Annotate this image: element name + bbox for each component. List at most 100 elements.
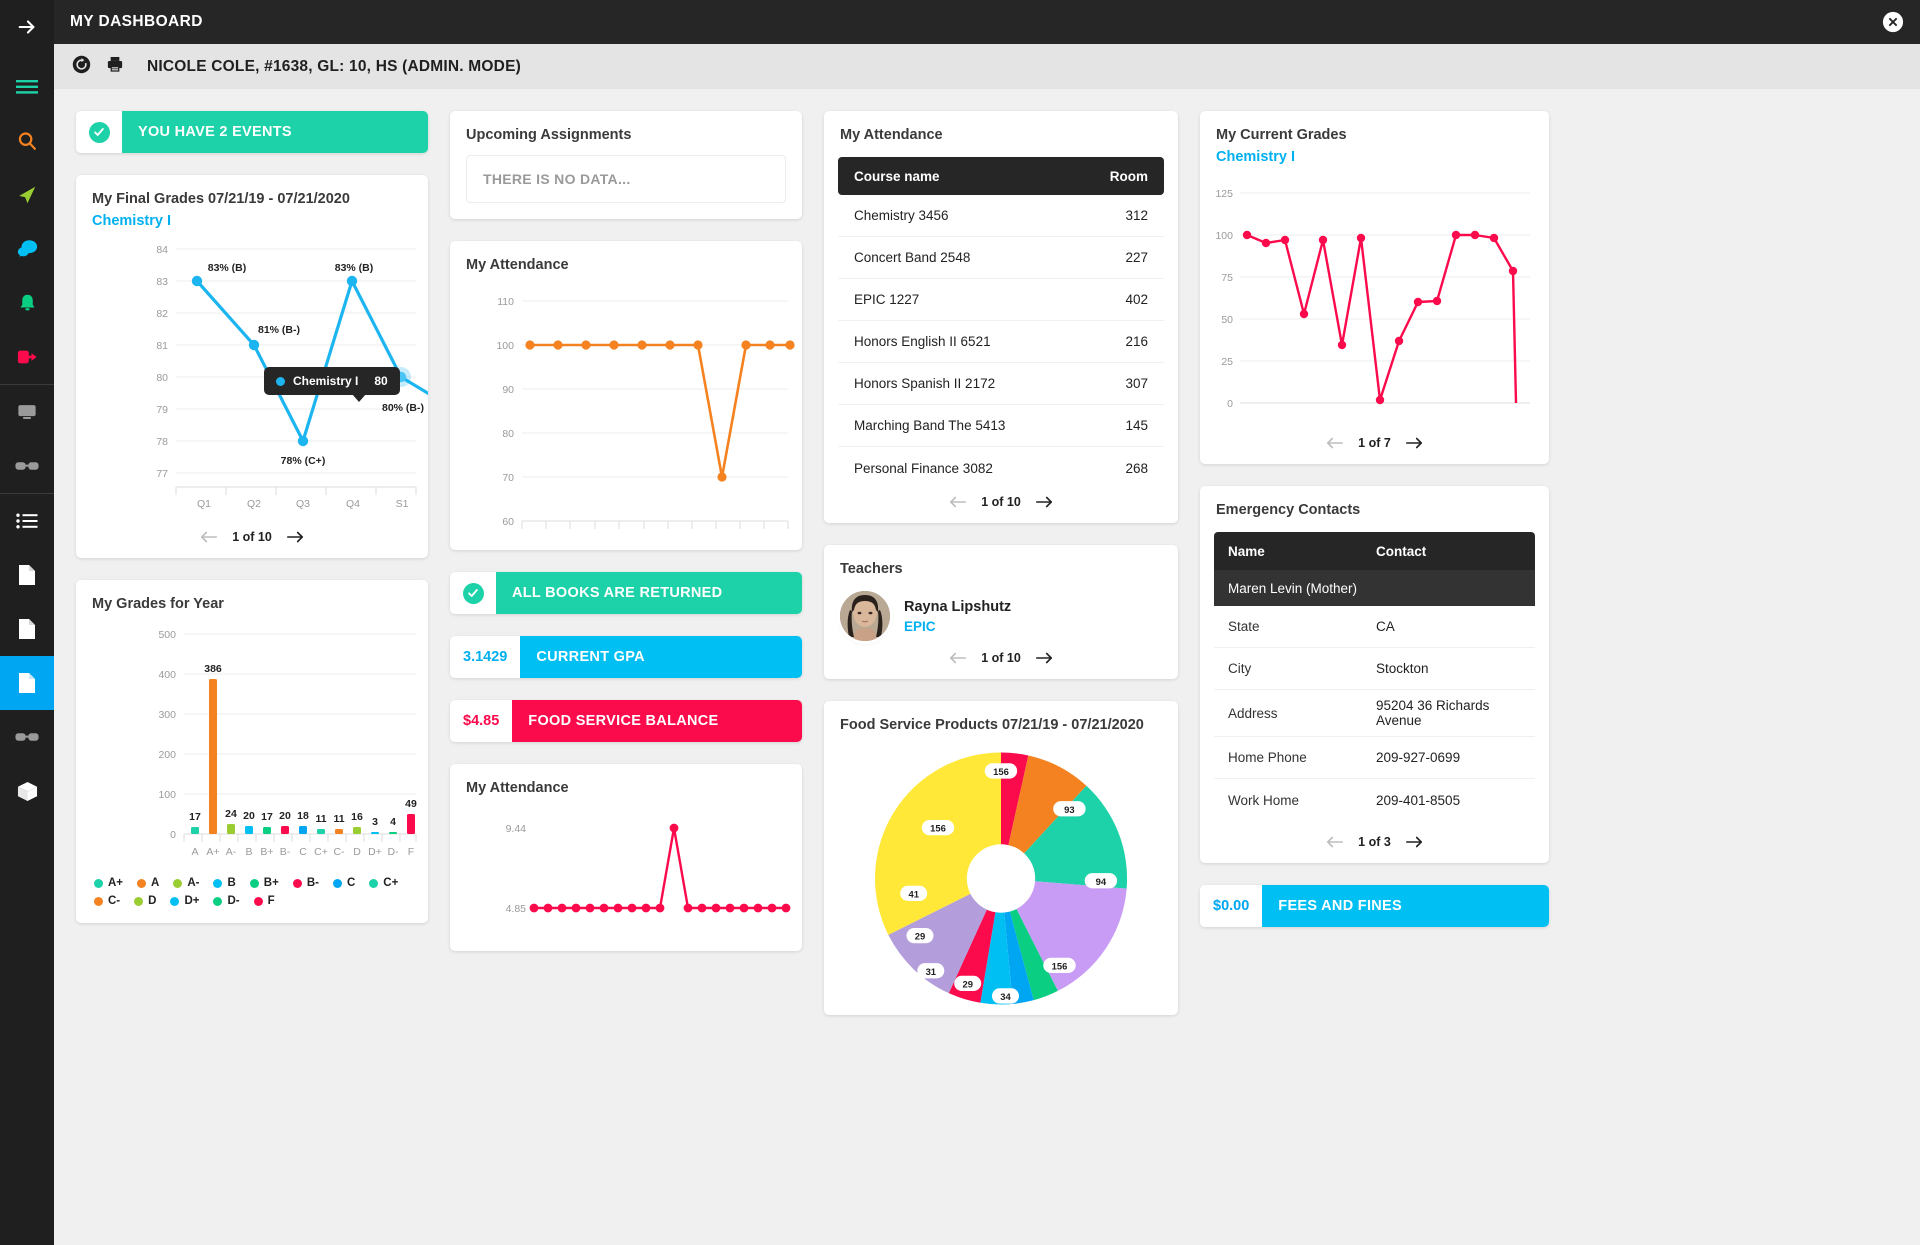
- sidebar-item-display[interactable]: [0, 385, 54, 439]
- pager-label: 1 of 3: [1358, 835, 1391, 849]
- sidebar-item-send[interactable]: [0, 168, 54, 222]
- legend-item[interactable]: D+: [170, 895, 199, 907]
- sidebar-item-notifications[interactable]: [0, 276, 54, 330]
- emergency-contacts-card: Emergency Contacts Name Contact Maren Le…: [1200, 486, 1549, 863]
- svg-text:20: 20: [243, 810, 255, 822]
- legend-item[interactable]: A: [137, 877, 159, 889]
- table-row: Address 95204 36 Richards Avenue: [1214, 690, 1535, 737]
- legend-item[interactable]: F: [253, 895, 275, 907]
- svg-text:0: 0: [170, 829, 176, 841]
- selected-contact-row[interactable]: Maren Levin (Mother): [1214, 570, 1535, 606]
- food-balance-banner[interactable]: $4.85 FOOD SERVICE BALANCE: [450, 700, 802, 742]
- legend-item[interactable]: B: [213, 877, 236, 889]
- sidebar-item-list[interactable]: [0, 494, 54, 548]
- table-row[interactable]: Honors Spanish II 2172 307: [838, 363, 1164, 405]
- teacher-item[interactable]: Rayna Lipshutz EPIC: [824, 577, 1178, 645]
- attendance-chart-title-1: My Attendance: [466, 257, 569, 273]
- gpa-value: 3.1429: [450, 636, 521, 678]
- sidebar-item-packages[interactable]: [0, 764, 54, 818]
- table-row[interactable]: Honors English II 6521 216: [838, 321, 1164, 363]
- next-page-arrow[interactable]: [1035, 495, 1053, 509]
- sidebar-item-logout[interactable]: [0, 330, 54, 384]
- next-page-arrow[interactable]: [1035, 651, 1053, 665]
- sidebar-item-expand[interactable]: [0, 0, 54, 54]
- column-header-room: Room: [1109, 168, 1148, 184]
- cell-value: Stockton: [1376, 661, 1429, 676]
- cell-value: 209-401-8505: [1376, 792, 1461, 808]
- sidebar-item-messages[interactable]: [0, 222, 54, 276]
- table-row[interactable]: Chemistry 3456 312: [838, 195, 1164, 237]
- column-1: YOU HAVE 2 EVENTS My Final Grades 07/21/…: [76, 111, 456, 923]
- refresh-icon[interactable]: [72, 55, 91, 79]
- svg-text:83% (B): 83% (B): [208, 262, 247, 274]
- table-row: Work Home 209-401-8505: [1214, 779, 1535, 821]
- final-grades-card: My Final Grades 07/21/19 - 07/21/2020 Ch…: [76, 175, 456, 558]
- sidebar-item-accessibility[interactable]: [0, 439, 54, 493]
- prev-page-arrow[interactable]: [1326, 835, 1344, 849]
- y-axis: 125 100 75 50 25 0: [1215, 188, 1530, 410]
- svg-text:77: 77: [156, 468, 168, 480]
- svg-text:C+: C+: [314, 846, 328, 858]
- close-icon[interactable]: [1882, 11, 1904, 33]
- final-grades-pager: 1 of 10: [76, 524, 428, 558]
- legend-label: A+: [108, 877, 124, 889]
- next-page-arrow[interactable]: [286, 530, 304, 544]
- svg-text:29: 29: [915, 932, 926, 943]
- table-row[interactable]: Concert Band 2548 227: [838, 237, 1164, 279]
- next-page-arrow[interactable]: [1405, 436, 1423, 450]
- teacher-dept[interactable]: EPIC: [904, 619, 1011, 634]
- prev-page-arrow[interactable]: [949, 495, 967, 509]
- print-icon[interactable]: [105, 55, 125, 79]
- sidebar-item-document-2[interactable]: [0, 602, 54, 656]
- upcoming-assignments-title: Upcoming Assignments: [466, 127, 632, 143]
- table-row: State CA: [1214, 606, 1535, 648]
- events-banner[interactable]: YOU HAVE 2 EVENTS: [76, 111, 428, 153]
- cell-room: 312: [1125, 208, 1148, 223]
- svg-text:100: 100: [158, 789, 176, 801]
- table-row[interactable]: EPIC 1227 402: [838, 279, 1164, 321]
- sidebar-item-menu[interactable]: [0, 60, 54, 114]
- legend-item[interactable]: C: [332, 877, 355, 889]
- svg-text:100: 100: [1215, 230, 1233, 242]
- svg-text:29: 29: [962, 979, 973, 990]
- gpa-banner[interactable]: 3.1429 CURRENT GPA: [450, 636, 802, 678]
- books-banner[interactable]: ALL BOOKS ARE RETURNED: [450, 572, 802, 614]
- legend-item[interactable]: C-: [94, 895, 120, 907]
- legend-item[interactable]: D-: [213, 895, 240, 907]
- legend-item[interactable]: B-: [292, 877, 319, 889]
- current-grades-title: My Current Grades: [1216, 127, 1347, 143]
- svg-text:S1: S1: [396, 498, 409, 510]
- svg-text:78: 78: [156, 436, 168, 448]
- svg-text:70: 70: [502, 472, 514, 484]
- attendance-chart-card-1: My Attendance 110 100 90 80 70 60: [450, 241, 802, 550]
- my-attendance-table-title: My Attendance: [840, 127, 943, 143]
- prev-page-arrow[interactable]: [1326, 436, 1344, 450]
- svg-text:9.44: 9.44: [506, 823, 527, 835]
- legend-item[interactable]: D: [134, 895, 156, 907]
- svg-text:0: 0: [1227, 398, 1233, 410]
- bell-icon: [20, 294, 34, 311]
- glasses-icon: [15, 733, 39, 741]
- legend-item[interactable]: B+: [249, 877, 279, 889]
- legend-item[interactable]: C+: [369, 877, 398, 889]
- legend-dot: [213, 878, 223, 888]
- fees-banner[interactable]: $0.00 FEES AND FINES: [1200, 885, 1549, 927]
- prev-page-arrow[interactable]: [949, 651, 967, 665]
- svg-text:18: 18: [297, 810, 309, 822]
- current-grades-chart: 125 100 75 50 25 0: [1200, 165, 1549, 426]
- prev-page-arrow[interactable]: [200, 530, 218, 544]
- sidebar-item-accessibility-2[interactable]: [0, 710, 54, 764]
- table-row[interactable]: Marching Band The 5413 145: [838, 405, 1164, 447]
- cell-room: 145: [1125, 418, 1148, 433]
- cell-course: Personal Finance 3082: [854, 460, 993, 476]
- pager-label: 1 of 10: [232, 530, 272, 544]
- legend-dot: [134, 896, 144, 906]
- legend-dot: [173, 878, 183, 888]
- sidebar-item-document-1[interactable]: [0, 548, 54, 602]
- table-row[interactable]: Personal Finance 3082 268: [838, 447, 1164, 489]
- legend-item[interactable]: A-: [173, 877, 199, 889]
- sidebar-item-dashboard[interactable]: [0, 656, 54, 710]
- next-page-arrow[interactable]: [1405, 835, 1423, 849]
- legend-item[interactable]: A+: [94, 877, 123, 889]
- sidebar-item-search[interactable]: [0, 114, 54, 168]
